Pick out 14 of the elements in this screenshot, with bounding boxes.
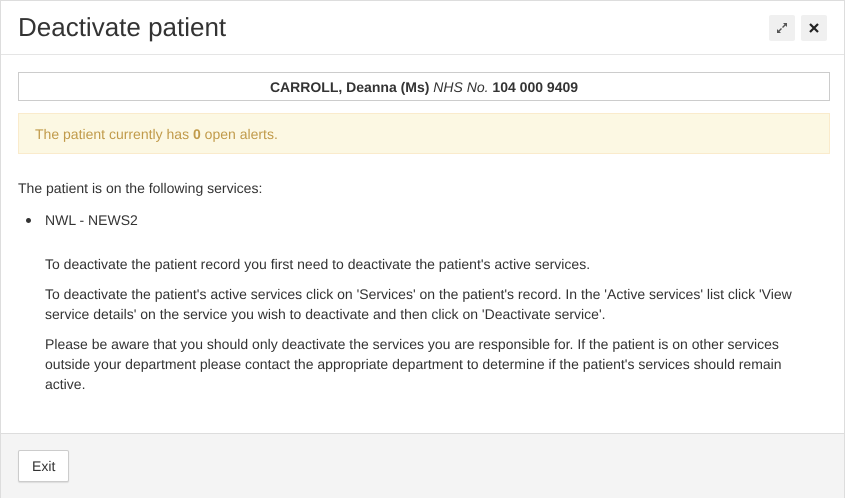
info-paragraph: Please be aware that you should only deactivate the services you are responsible for. If the patient is on other services outside your department please contact the appropriate department to determine if the patient's services should remain active. (45, 335, 783, 394)
dialog-title: Deactivate patient (18, 12, 228, 43)
exit-button[interactable]: Exit (18, 450, 70, 482)
bullet-icon (26, 218, 31, 222)
expand-button[interactable] (769, 14, 795, 40)
info-paragraph: To deactivate the patient's active services click on 'Services' on the patient's record. In the 'Active services' list click 'View service details' on the service you wish to deactivate and then click on 'Deactivate service'. (45, 285, 793, 324)
patient-banner: CARROLL, Deanna (Ms) NHS No. 104 000 9409 (18, 72, 830, 101)
service-item: NWL - NEWS2 (45, 211, 138, 230)
services-intro: The patient is on the following services: (18, 179, 264, 198)
close-icon (809, 22, 819, 32)
alert-message: The patient currently has 0 open alerts. (18, 113, 830, 154)
close-button[interactable] (801, 14, 827, 40)
info-paragraph: To deactivate the patient record you first need to deactivate the patient's active services. (45, 255, 592, 274)
expand-icon (777, 22, 787, 32)
